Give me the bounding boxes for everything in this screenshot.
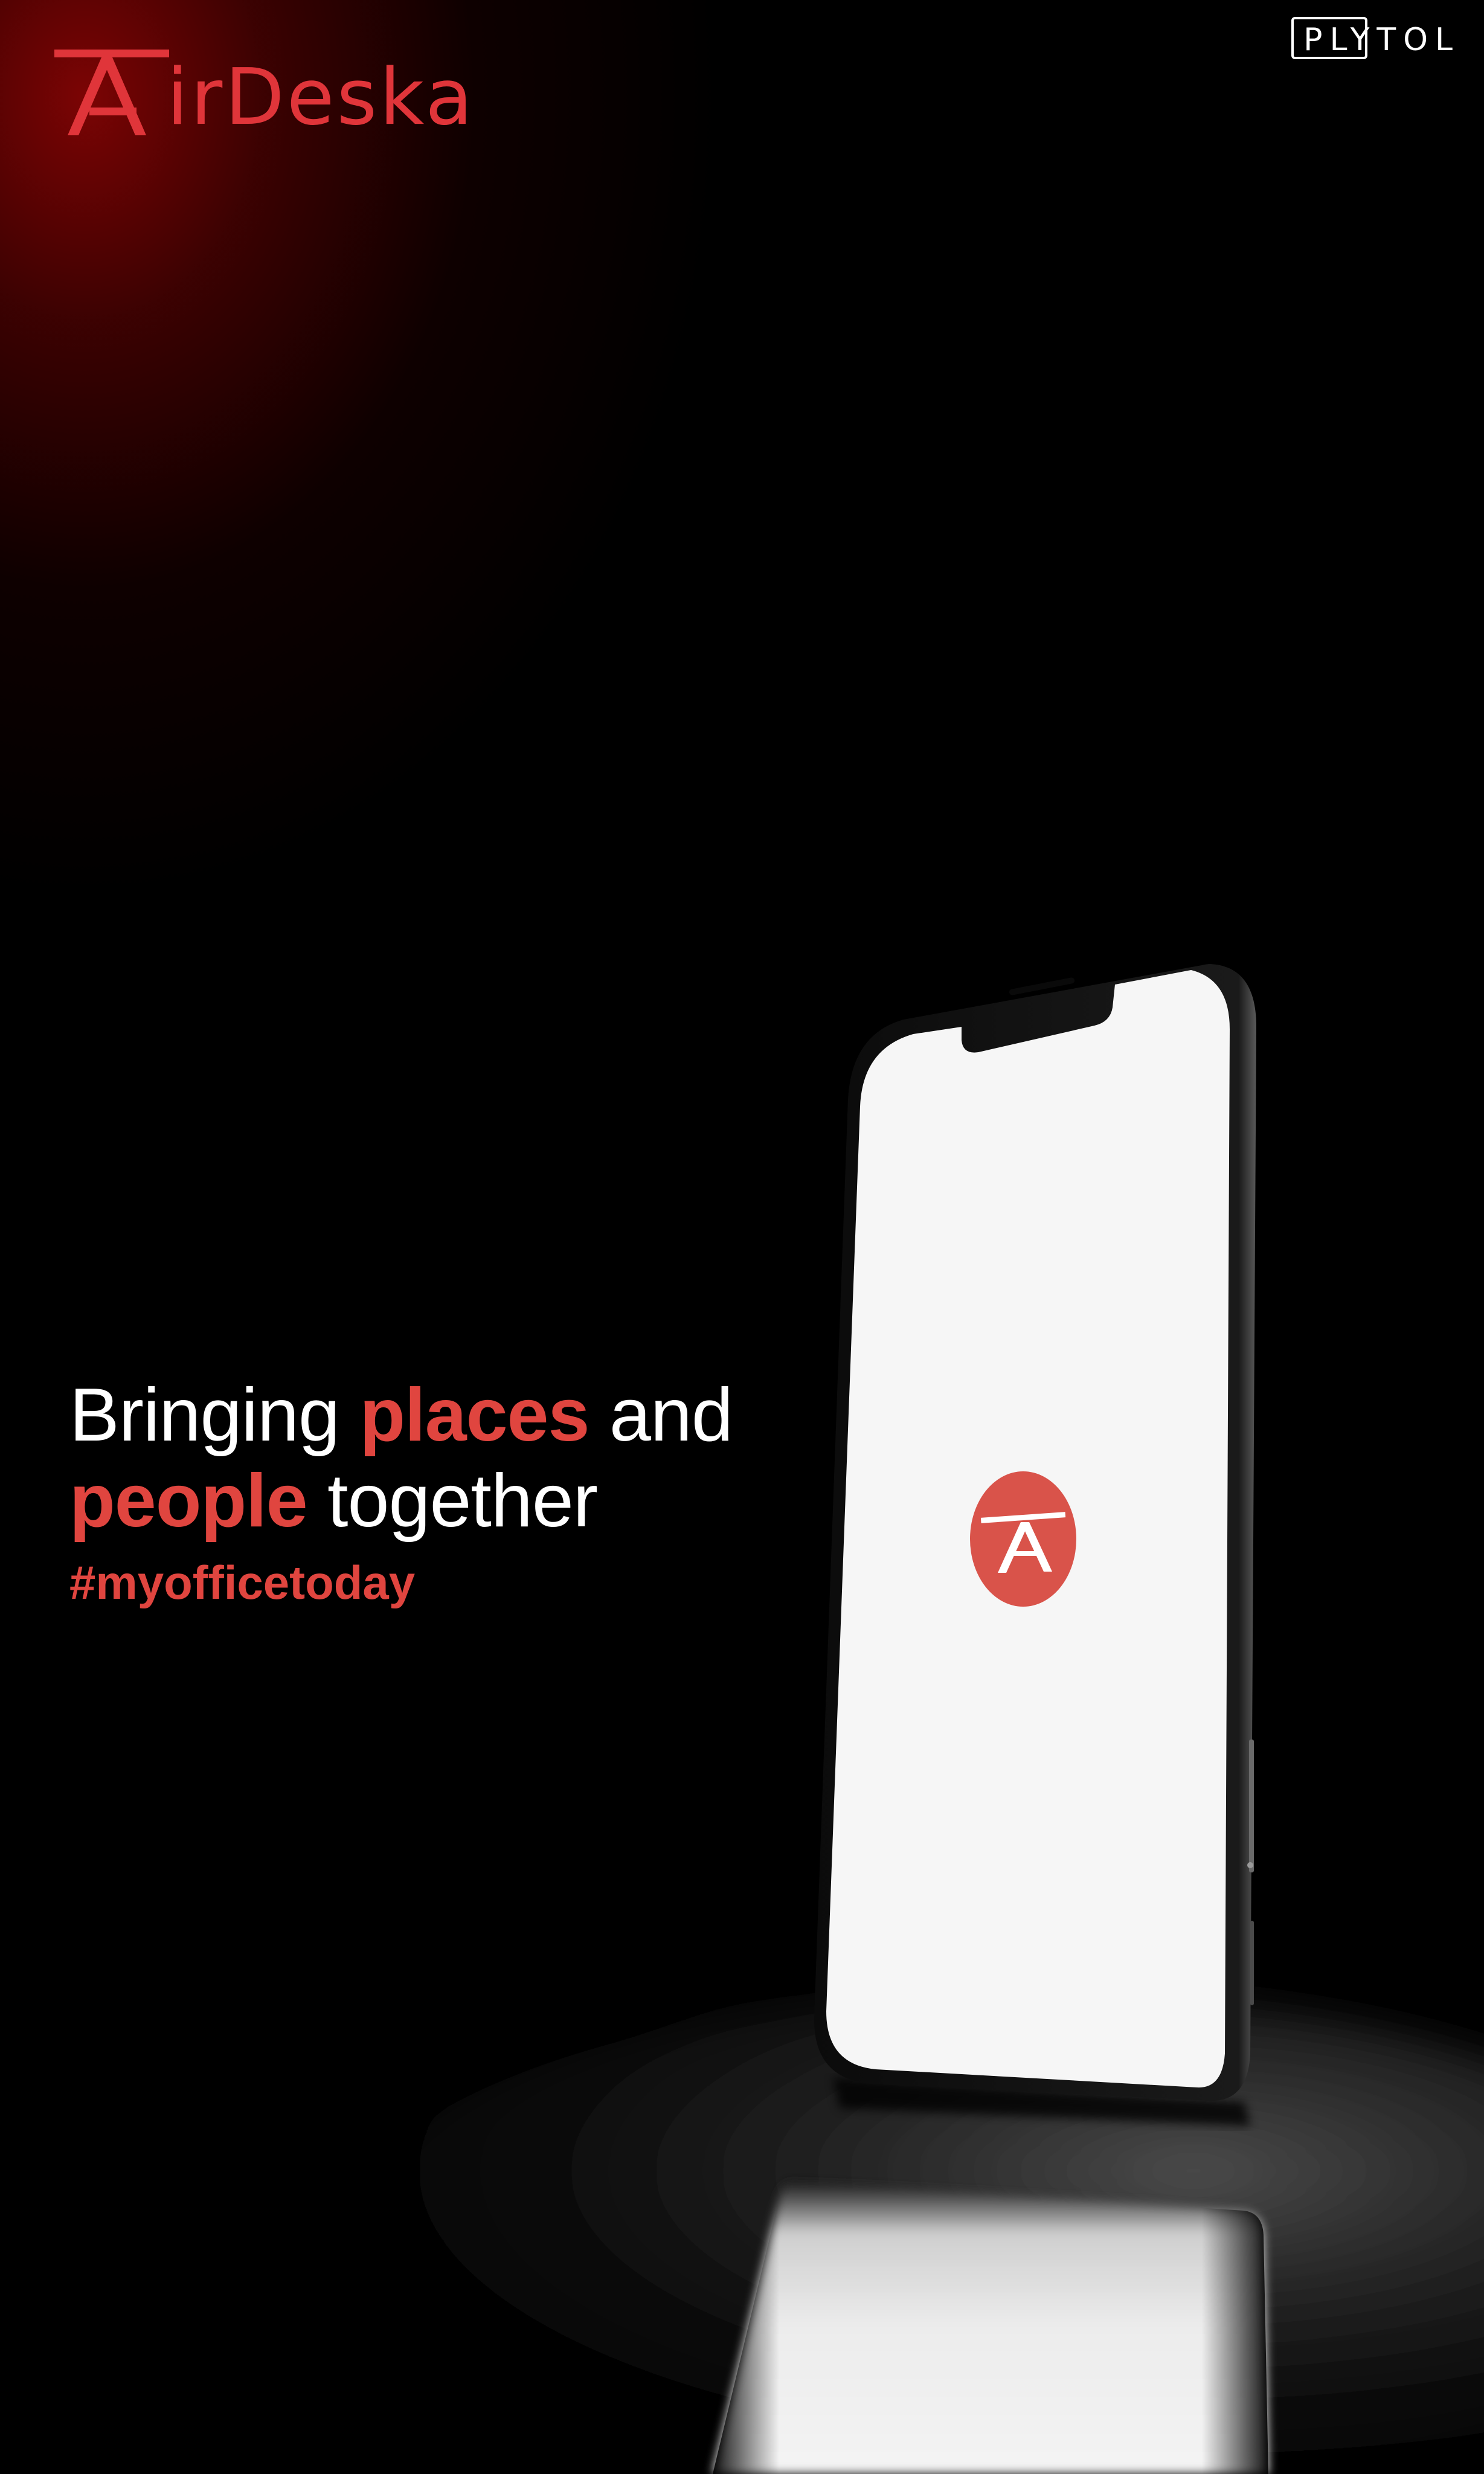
- phone-reflection: [713, 2182, 1268, 2474]
- tagline-highlight: places: [359, 1374, 589, 1457]
- airdeska-a-icon: [970, 1471, 1076, 1607]
- tagline: Bringing places and people together #myo…: [69, 1372, 733, 1613]
- hashtag: #myofficetoday: [69, 1556, 416, 1609]
- side-button: [1249, 1740, 1254, 1872]
- side-button: [1250, 1921, 1254, 2005]
- tagline-highlight: people: [69, 1459, 308, 1543]
- phone-illustration: [332, 964, 1484, 2474]
- tagline-text: together: [307, 1459, 598, 1543]
- tagline-text: and: [589, 1374, 733, 1457]
- poster: irDeska PLYTOL Bringing places and peopl…: [0, 0, 1484, 2474]
- tagline-line-2: people together: [69, 1458, 733, 1544]
- tagline-text: Bringing: [69, 1374, 360, 1457]
- tagline-line-1: Bringing places and: [69, 1372, 733, 1458]
- side-dot: [1247, 1862, 1253, 1868]
